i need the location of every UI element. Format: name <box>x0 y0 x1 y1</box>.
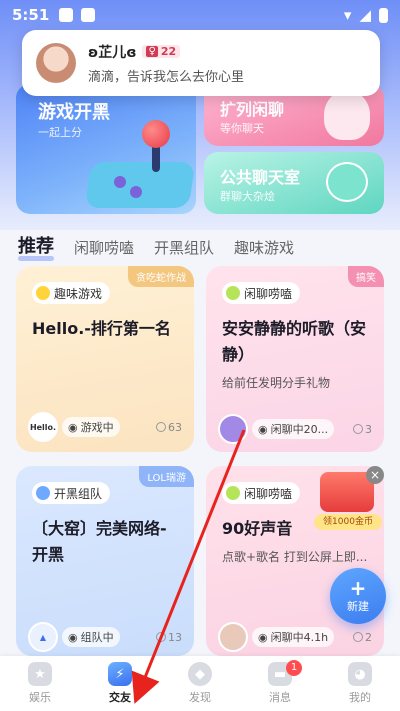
profile-icon: ◕ <box>348 662 372 686</box>
sender-avatar <box>36 43 76 83</box>
tab-recommend[interactable]: 推荐 <box>18 232 54 261</box>
banner-chat-subtitle: 等你聊天 <box>220 122 264 135</box>
bunny-illustration <box>324 90 370 140</box>
nav-discover[interactable]: ◆ 发现 <box>160 656 240 711</box>
joystick-illustration <box>84 162 196 208</box>
nav-messages[interactable]: ▬ 1 消息 <box>240 656 320 711</box>
banner-game-title: 游戏开黑 <box>38 102 110 123</box>
unread-badge: 1 <box>286 660 302 676</box>
nav-friends[interactable]: ⚡ 交友 <box>80 656 160 711</box>
nav-label: 发现 <box>189 691 211 704</box>
room-tag: 闲聊唠嗑 <box>222 482 301 504</box>
room-footer: ▲ ◉ 组队中 13 <box>28 622 182 652</box>
status-time: 5:51 <box>12 6 50 24</box>
tab-team-up[interactable]: 开黑组队 <box>154 237 214 258</box>
person-icon <box>353 632 363 642</box>
room-card[interactable]: 搞笑 闲聊唠嗑 安安静静的听歌（安静） 给前任发明分手礼物 ◉ 闲聊中20... … <box>206 266 384 452</box>
message-notification[interactable]: ʚ芷儿ɞ ♀ 22 滴滴，告诉我怎么去你心里 <box>22 30 380 96</box>
room-people-count: 2 <box>353 631 372 644</box>
room-card[interactable]: 贪吃蛇作战 趣味游戏 Hello.-排行第一名 Hello. ◉ 游戏中 63 <box>16 266 194 452</box>
person-icon <box>156 632 166 642</box>
notification-message: 滴滴，告诉我怎么去你心里 <box>88 69 245 85</box>
room-footer: ◉ 闲聊中20... 3 <box>218 414 372 444</box>
category-tabs: 推荐 闲聊唠嗑 开黑组队 趣味游戏 <box>18 232 294 261</box>
sword-icon <box>36 486 50 500</box>
host-avatar <box>218 622 248 652</box>
person-icon <box>353 424 363 434</box>
joystick-ball <box>142 120 170 148</box>
room-status: ◉ 闲聊中20... <box>252 419 335 439</box>
room-description: 点歌+歌名 打到公屏上即... <box>222 550 368 564</box>
nav-profile[interactable]: ◕ 我的 <box>320 656 400 711</box>
shield-icon <box>81 8 96 22</box>
status-bar: 5:51 ▾ ◢ <box>0 0 400 30</box>
room-status: ◉ 闲聊中4.1h <box>252 627 335 647</box>
room-status: ◉ 游戏中 <box>62 417 120 437</box>
joystick-button <box>130 186 142 198</box>
host-avatar <box>218 414 248 444</box>
tab-casual-chat[interactable]: 闲聊唠嗑 <box>74 237 134 258</box>
star-icon: ★ <box>28 662 52 686</box>
room-description: 给前任发明分手礼物 <box>222 376 331 390</box>
room-people-count: 63 <box>156 421 182 434</box>
room-title: Hello.-排行第一名 <box>32 319 171 338</box>
tennis-ball-icon <box>226 486 240 500</box>
mic-icon: ◉ <box>68 630 78 644</box>
joystick-button <box>114 176 126 188</box>
bottom-navigation: ★ 娱乐 ⚡ 交友 ◆ 发现 ▬ 1 消息 ◕ 我的 <box>0 656 400 711</box>
create-room-button[interactable]: + 新建 <box>330 568 386 624</box>
banner-game-party[interactable]: 游戏开黑 一起上分 <box>16 84 196 214</box>
coin-reward-label: 领1000金币 <box>314 514 382 530</box>
mic-icon: ◉ <box>68 420 78 434</box>
level-icon: ♀ <box>146 46 158 57</box>
room-card[interactable]: LOL瑞游 开黑组队 〔大窑〕完美网络-开黑 ▲ ◉ 组队中 13 <box>16 466 194 656</box>
plus-icon: + <box>349 576 367 600</box>
host-avatar: ▲ <box>28 622 58 652</box>
tab-fun-games[interactable]: 趣味游戏 <box>234 237 294 258</box>
room-people-count: 3 <box>353 423 372 436</box>
create-room-label: 新建 <box>347 600 369 613</box>
host-avatar: Hello. <box>28 412 58 442</box>
tennis-ball-icon <box>226 286 240 300</box>
nav-entertainment[interactable]: ★ 娱乐 <box>0 656 80 711</box>
nav-label: 我的 <box>349 691 371 704</box>
banner-room-subtitle: 群聊大杂烩 <box>220 190 275 203</box>
room-corner-label: 搞笑 <box>348 266 384 287</box>
nav-label: 娱乐 <box>29 691 51 704</box>
app-notification-icon <box>59 8 74 22</box>
wifi-icon: ▾ <box>343 6 352 24</box>
compass-icon: ◆ <box>188 662 212 686</box>
banner-room-title: 公共聊天室 <box>220 168 301 187</box>
banner-game-subtitle: 一起上分 <box>38 126 82 139</box>
room-status: ◉ 组队中 <box>62 627 120 647</box>
signal-icon: ◢ <box>359 6 371 24</box>
room-tag: 趣味游戏 <box>32 282 111 304</box>
room-footer: Hello. ◉ 游戏中 63 <box>28 412 182 442</box>
close-icon[interactable]: × <box>366 466 384 484</box>
room-people-count: 13 <box>156 631 182 644</box>
room-corner-label: 贪吃蛇作战 <box>128 266 194 287</box>
lightning-icon: ⚡ <box>108 662 132 686</box>
room-corner-label: LOL瑞游 <box>139 466 194 487</box>
sender-name: ʚ芷儿ɞ <box>88 44 137 61</box>
person-icon <box>156 422 166 432</box>
level-badge: ♀ 22 <box>142 45 181 58</box>
battery-icon <box>379 7 388 23</box>
chick-icon <box>36 286 50 300</box>
room-title: 安安静静的听歌（安静） <box>222 319 367 364</box>
chat-bubble-illustration <box>326 162 368 202</box>
mic-icon: ◉ <box>258 422 268 436</box>
room-footer: ◉ 闲聊中4.1h 2 <box>218 622 372 652</box>
room-tag: 开黑组队 <box>32 482 111 504</box>
banner-public-room[interactable]: 公共聊天室 群聊大杂烩 <box>204 152 384 214</box>
banner-chat-title: 扩列闲聊 <box>220 100 285 119</box>
room-title: 〔大窑〕完美网络-开黑 <box>32 519 167 564</box>
nav-label: 消息 <box>269 691 291 704</box>
mic-icon: ◉ <box>258 630 268 644</box>
room-tag: 闲聊唠嗑 <box>222 282 301 304</box>
nav-label: 交友 <box>109 691 131 704</box>
